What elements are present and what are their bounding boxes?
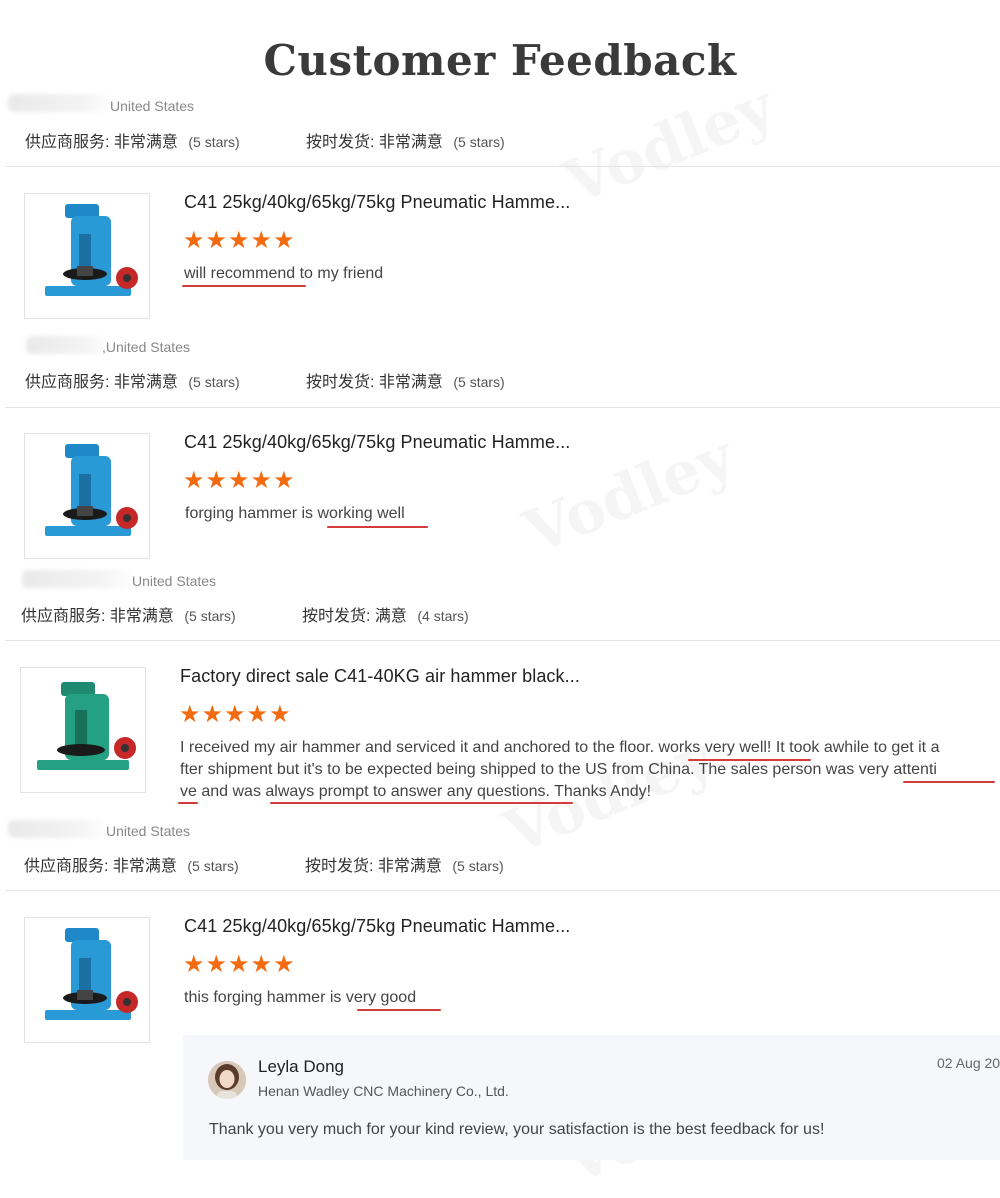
- blurred-customer-name: [8, 820, 108, 838]
- supplier-service-rating: 供应商服务: 非常满意 (5 stars): [24, 852, 239, 876]
- customer-country: United States: [132, 573, 217, 589]
- review-text-line: I received my air hammer and serviced it…: [180, 739, 940, 756]
- divider: [5, 407, 1000, 408]
- delivery-value: 非常满意: [378, 374, 443, 391]
- product-thumbnail[interactable]: [24, 917, 150, 1043]
- delivery-rating: 按时发货: 非常满意 (5 stars): [306, 128, 505, 152]
- supplier-service-value: 非常满意: [112, 858, 177, 875]
- supplier-service-stars: (5 stars): [188, 134, 240, 150]
- reply-company: Henan Wadley CNC Machinery Co., Ltd.: [258, 1083, 509, 1099]
- highlight-underline: [357, 1009, 441, 1011]
- product-title[interactable]: Factory direct sale C41-40KG air hammer …: [180, 666, 580, 687]
- delivery-value: 非常满意: [378, 134, 443, 151]
- delivery-rating: 按时发货: 非常满意 (5 stars): [305, 852, 504, 876]
- delivery-stars: (5 stars): [453, 374, 505, 390]
- blurred-customer-name: [22, 570, 134, 588]
- star-rating: ★★★★★: [183, 227, 296, 254]
- product-thumbnail[interactable]: [24, 433, 150, 559]
- delivery-stars: (5 stars): [452, 858, 504, 874]
- product-title[interactable]: C41 25kg/40kg/65kg/75kg Pneumatic Hamme.…: [184, 432, 570, 453]
- reply-message: Thank you very much for your kind review…: [209, 1121, 825, 1138]
- customer-country: United States: [106, 823, 191, 839]
- supplier-service-rating: 供应商服务: 非常满意 (5 stars): [21, 602, 236, 626]
- highlight-underline: [327, 526, 428, 528]
- delivery-value: 满意: [374, 608, 407, 625]
- delivery-stars: (5 stars): [453, 134, 505, 150]
- product-title[interactable]: C41 25kg/40kg/65kg/75kg Pneumatic Hamme.…: [184, 916, 570, 937]
- product-thumbnail[interactable]: [24, 193, 150, 319]
- product-thumbnail[interactable]: [20, 667, 146, 793]
- delivery-rating: 按时发货: 非常满意 (5 stars): [306, 368, 505, 392]
- blurred-customer-name: [26, 336, 108, 354]
- star-rating: ★★★★★: [183, 951, 296, 978]
- page-title: Customer Feedback: [263, 36, 737, 85]
- customer-country: United States: [110, 98, 195, 114]
- avatar: [208, 1061, 246, 1099]
- delivery-label: 按时发货:: [305, 858, 374, 875]
- product-title[interactable]: C41 25kg/40kg/65kg/75kg Pneumatic Hamme.…: [184, 192, 570, 213]
- review-text-line: ve and was always prompt to answer any q…: [180, 783, 652, 800]
- highlight-underline: [903, 781, 995, 783]
- blue-air-hammer-icon: [45, 444, 138, 536]
- reply-date: 02 Aug 20: [937, 1055, 1000, 1071]
- delivery-label: 按时发货:: [302, 608, 371, 625]
- watermark: Vodley: [555, 72, 784, 219]
- review-text: this forging hammer is very good: [184, 989, 417, 1006]
- supplier-service-label: 供应商服务:: [21, 608, 106, 625]
- customer-country: ,United States: [102, 339, 190, 355]
- supplier-service-rating: 供应商服务: 非常满意 (5 stars): [25, 128, 240, 152]
- supplier-service-stars: (5 stars): [187, 858, 239, 874]
- divider: [5, 640, 1000, 641]
- supplier-service-rating: 供应商服务: 非常满意 (5 stars): [25, 368, 240, 392]
- green-air-hammer-icon: [37, 682, 136, 770]
- supplier-service-label: 供应商服务:: [25, 374, 110, 391]
- supplier-service-label: 供应商服务:: [24, 858, 109, 875]
- highlight-underline: [688, 759, 811, 761]
- star-rating: ★★★★★: [179, 701, 292, 728]
- divider: [5, 890, 1000, 891]
- person-avatar-icon: [208, 1061, 246, 1099]
- delivery-stars: (4 stars): [417, 608, 469, 624]
- star-rating: ★★★★★: [183, 467, 296, 494]
- supplier-service-stars: (5 stars): [184, 608, 236, 624]
- delivery-label: 按时发货:: [306, 374, 375, 391]
- blue-air-hammer-icon: [45, 204, 138, 296]
- seller-reply: Leyla Dong Henan Wadley CNC Machinery Co…: [183, 1035, 1000, 1160]
- review-text: forging hammer is working well: [185, 505, 405, 522]
- reply-author-name: Leyla Dong: [258, 1057, 345, 1076]
- delivery-rating: 按时发货: 满意 (4 stars): [302, 602, 469, 626]
- supplier-service-value: 非常满意: [109, 608, 174, 625]
- review-text-line: fter shipment but it's to be expected be…: [180, 761, 937, 778]
- highlight-underline: [178, 802, 198, 804]
- supplier-service-value: 非常满意: [113, 374, 178, 391]
- delivery-label: 按时发货:: [306, 134, 375, 151]
- delivery-value: 非常满意: [377, 858, 442, 875]
- supplier-service-value: 非常满意: [113, 134, 178, 151]
- blurred-customer-name: [8, 94, 113, 112]
- review-text: will recommend to my friend: [184, 265, 384, 282]
- divider: [5, 166, 1000, 167]
- highlight-underline: [270, 802, 573, 804]
- supplier-service-stars: (5 stars): [188, 374, 240, 390]
- blue-air-hammer-icon: [45, 928, 138, 1020]
- highlight-underline: [182, 285, 306, 287]
- supplier-service-label: 供应商服务:: [25, 134, 110, 151]
